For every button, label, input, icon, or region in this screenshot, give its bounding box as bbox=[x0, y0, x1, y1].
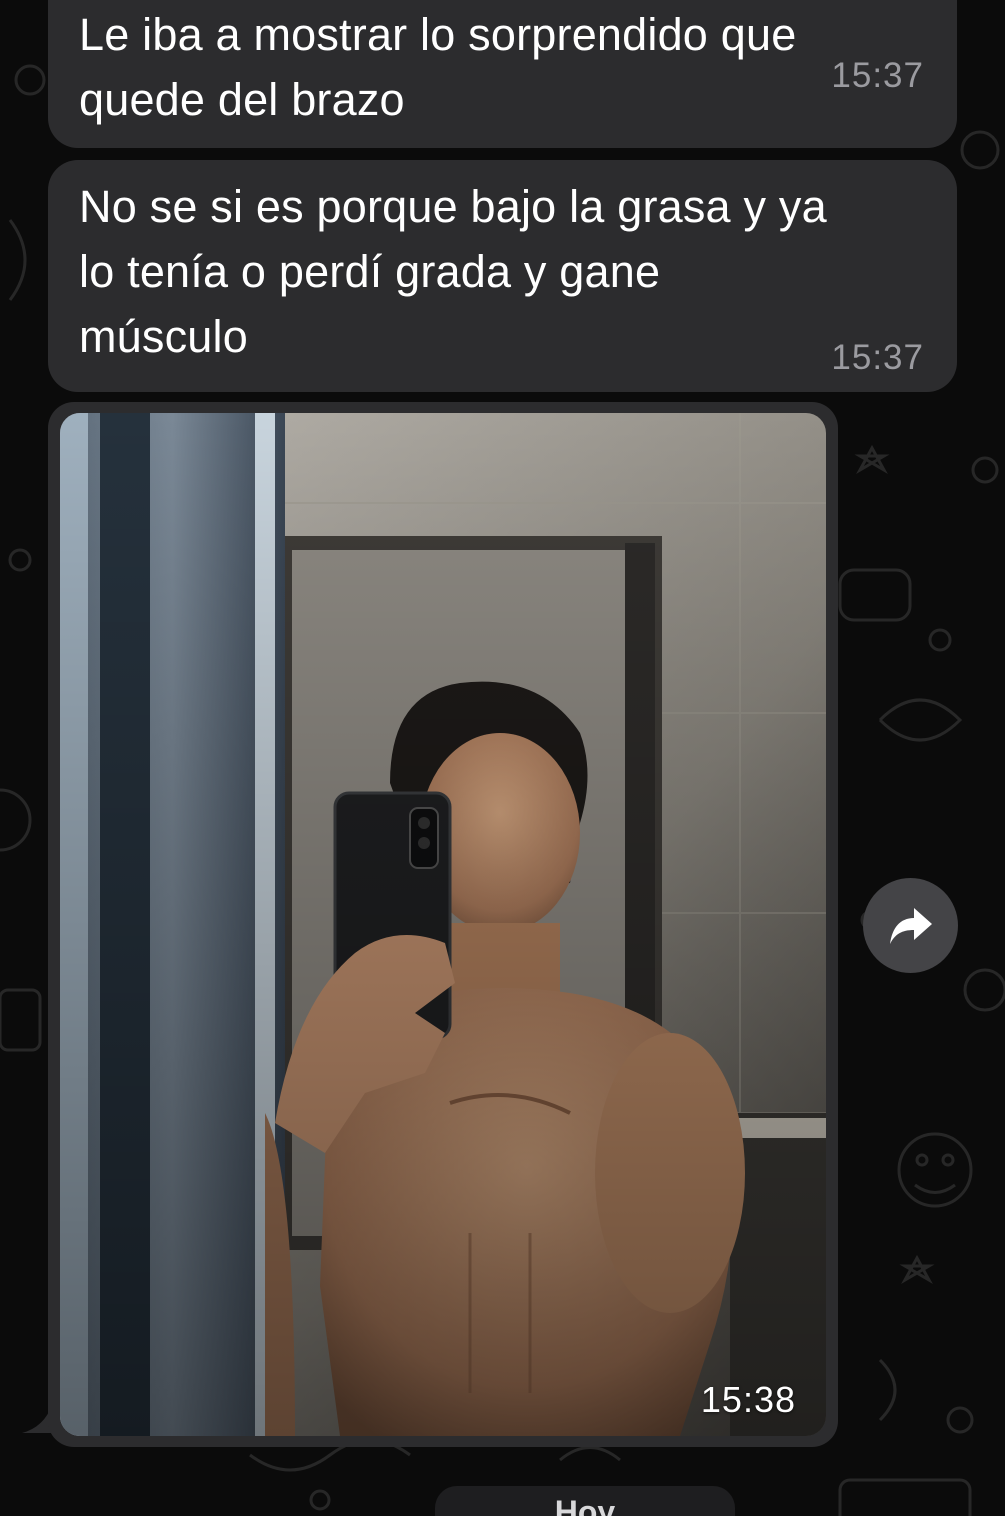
forward-arrow-icon bbox=[889, 907, 932, 944]
photo-timestamp: 15:38 bbox=[700, 1379, 796, 1420]
forward-button[interactable] bbox=[863, 878, 958, 973]
photo-message-image[interactable]: 15:38 bbox=[60, 413, 826, 1436]
message-bubble[interactable]: No se si es porque bajo la grasa y ya lo… bbox=[48, 160, 957, 392]
message-text: Le iba a mostrar lo sorprendido que qued… bbox=[79, 9, 797, 125]
message-timestamp: 15:37 bbox=[831, 338, 924, 377]
message-bubble[interactable]: Le iba a mostrar lo sorprendido que qued… bbox=[48, 0, 957, 148]
photo-message-bubble[interactable]: 15:38 bbox=[48, 402, 838, 1447]
message-text: No se si es porque bajo la grasa y ya lo… bbox=[79, 181, 827, 362]
date-separator: Hoy bbox=[435, 1486, 735, 1516]
chat-view: Le iba a mostrar lo sorprendido que qued… bbox=[0, 0, 1005, 1516]
mirror-selfie-photo bbox=[60, 413, 826, 1436]
message-timestamp: 15:37 bbox=[831, 56, 924, 95]
